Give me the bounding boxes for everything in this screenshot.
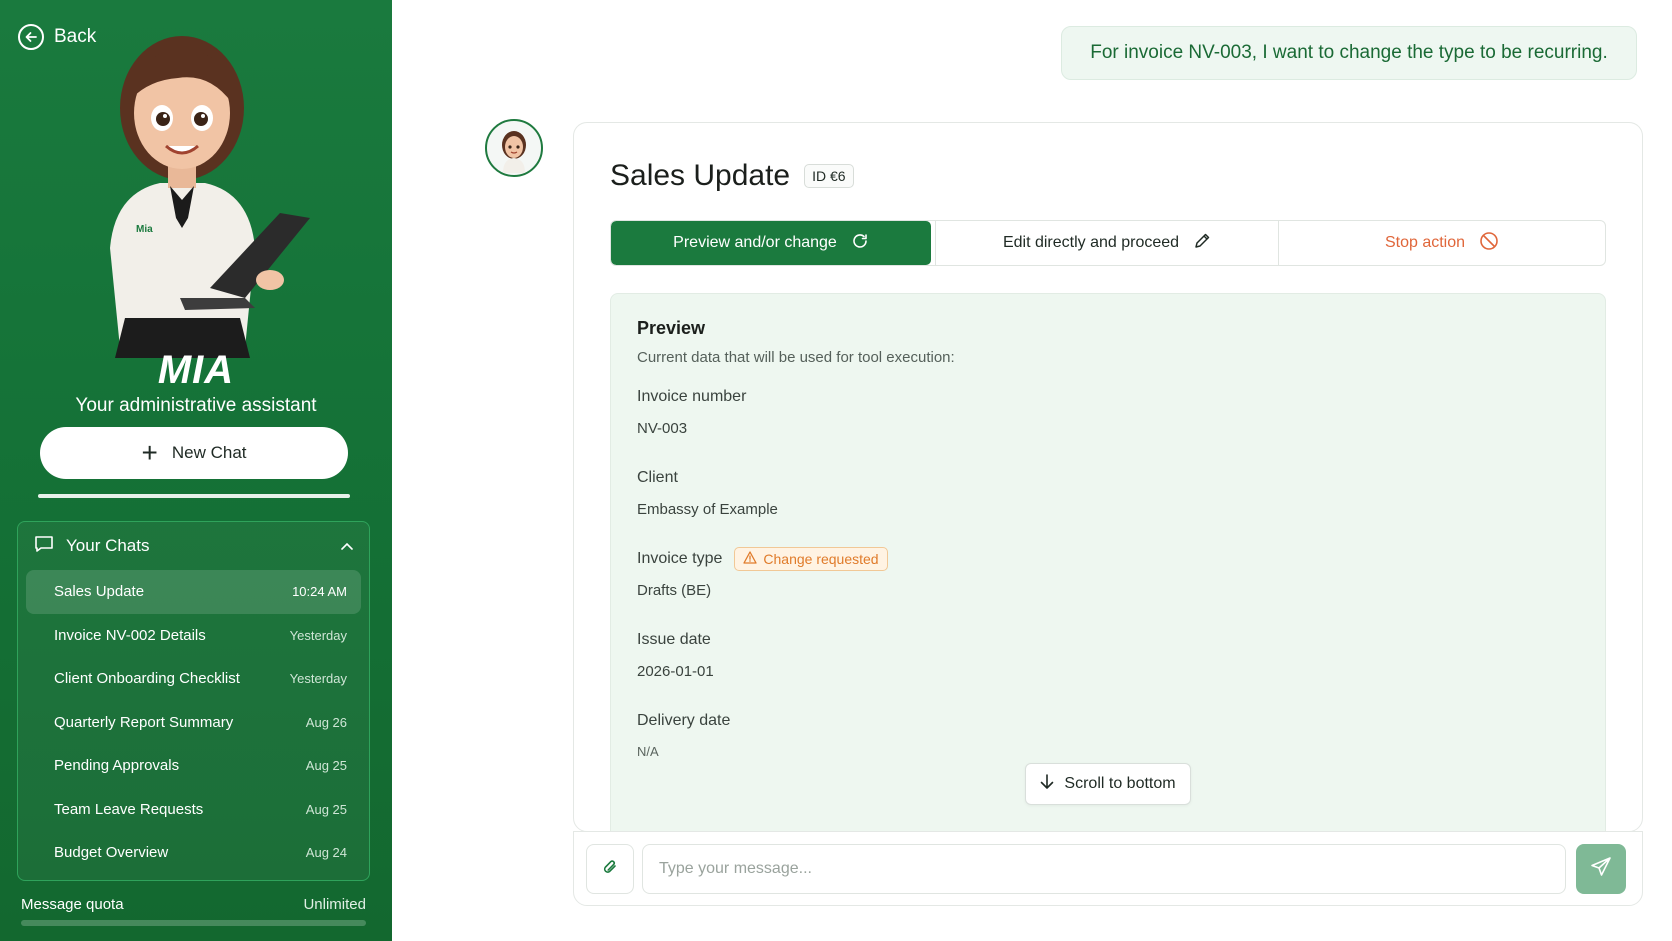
chat-bubble-icon	[34, 535, 54, 558]
change-requested-badge: Change requested	[734, 547, 888, 571]
quota-label: Message quota	[21, 896, 124, 913]
paperclip-icon	[601, 857, 619, 882]
ban-icon	[1479, 231, 1499, 256]
id-badge: ID €6	[804, 164, 854, 188]
field-label: Issue date	[637, 631, 711, 648]
chat-item-name: Team Leave Requests	[54, 800, 204, 818]
brand-tagline: Your administrative assistant	[75, 395, 317, 416]
sidebar-divider	[38, 494, 350, 498]
shirt-badge: Mia	[136, 224, 153, 235]
chat-item[interactable]: Budget Overview Aug 24	[26, 831, 361, 875]
sidebar: Back Mia MIA Your administrative assista…	[0, 0, 392, 941]
chat-item-name: Client Onboarding Checklist	[54, 670, 240, 688]
chat-item[interactable]: Team Leave Requests Aug 25	[26, 788, 361, 832]
stop-action-button[interactable]: Stop action	[1279, 221, 1605, 265]
user-message-bubble: For invoice NV-003, I want to change the…	[1061, 26, 1637, 80]
preview-subheading: Current data that will be used for tool …	[637, 349, 955, 366]
new-chat-label: New Chat	[171, 443, 247, 462]
field-delivery-date: Delivery date N/A	[637, 708, 1579, 759]
field-value: N/A	[637, 744, 659, 759]
chat-item-date: Aug 25	[305, 801, 347, 817]
send-button[interactable]	[1576, 844, 1626, 894]
scroll-to-bottom-label: Scroll to bottom	[1064, 775, 1176, 792]
user-message-text: For invoice NV-003, I want to change the…	[1090, 42, 1608, 63]
field-label: Invoice number	[637, 388, 747, 405]
pencil-icon	[1193, 232, 1211, 255]
chat-item-name: Quarterly Report Summary	[54, 713, 234, 731]
field-label: Client	[637, 469, 678, 486]
chat-item-name: Sales Update	[54, 583, 145, 601]
quota-value: Unlimited	[303, 896, 366, 913]
arrow-down-icon	[1040, 773, 1054, 795]
field-value: 2026-01-01	[637, 663, 714, 680]
attach-button[interactable]	[586, 844, 634, 894]
assistant-avatar	[485, 119, 543, 177]
field-invoice-type: Invoice type Change requested Drafts (BE…	[637, 546, 1579, 599]
chat-item-date: 10:24 AM	[292, 584, 347, 600]
tool-action-card: Sales Update ID €6 Preview and/or change…	[573, 122, 1643, 832]
chat-item-date: Aug 25	[305, 758, 347, 774]
brand-name: MIA	[157, 348, 235, 392]
field-value: NV-003	[637, 420, 688, 437]
arrow-left-icon	[18, 24, 44, 50]
new-chat-button[interactable]: + New Chat	[40, 427, 348, 479]
chat-item[interactable]: Invoice NV-002 Details Yesterday	[26, 614, 361, 658]
chevron-up-icon[interactable]	[341, 537, 353, 555]
chat-item-name: Pending Approvals	[54, 757, 180, 775]
card-header: Sales Update ID €6	[610, 159, 854, 193]
chat-item[interactable]: Client Onboarding Checklist Yesterday	[26, 657, 361, 701]
chats-panel: Your Chats Sales Update 10:24 AM Invoice …	[17, 521, 370, 881]
plus-icon: +	[141, 437, 158, 468]
edit-proceed-label: Edit directly and proceed	[1002, 234, 1180, 251]
preview-change-button[interactable]: Preview and/or change	[611, 221, 931, 265]
chat-item[interactable]: Quarterly Report Summary Aug 26	[26, 701, 361, 745]
field-invoice-number: Invoice number NV-003	[637, 384, 1579, 437]
field-label-row: Invoice type Change requested	[637, 546, 1579, 572]
chat-item-date: Yesterday	[289, 671, 347, 687]
refresh-icon	[851, 232, 869, 255]
chat-item[interactable]: Sales Update 10:24 AM	[26, 570, 361, 614]
field-issue-date: Issue date 2026-01-01	[637, 627, 1579, 680]
field-label: Invoice type	[637, 550, 723, 567]
chat-item-name: Invoice NV-002 Details	[54, 626, 206, 644]
send-icon	[1590, 856, 1612, 883]
assistant-illustration: Mia	[110, 36, 310, 358]
chats-panel-header[interactable]: Your Chats	[18, 522, 369, 570]
field-client: Client Embassy of Example	[637, 465, 1579, 518]
scroll-to-bottom-button[interactable]: Scroll to bottom	[1025, 763, 1191, 805]
edit-proceed-button[interactable]: Edit directly and proceed	[935, 221, 1279, 265]
field-value: Embassy of Example	[637, 501, 778, 518]
message-composer	[573, 831, 1643, 906]
chat-item[interactable]: Pending Approvals Aug 25	[26, 744, 361, 788]
message-quota: Message quota Unlimited	[21, 896, 366, 913]
preview-panel: Preview Current data that will be used f…	[610, 293, 1606, 831]
chat-item-date: Yesterday	[289, 627, 347, 643]
stop-action-label: Stop action	[1384, 234, 1466, 251]
chat-item-date: Aug 24	[305, 845, 347, 861]
warning-icon	[743, 551, 758, 567]
quota-bar	[21, 920, 366, 926]
change-requested-label: Change requested	[763, 551, 879, 567]
action-bar: Preview and/or change Edit directly and …	[610, 220, 1606, 266]
chats-title: Your Chats	[66, 536, 150, 555]
chat-item-name: Budget Overview	[54, 844, 169, 862]
field-label: Delivery date	[637, 712, 731, 729]
preview-heading: Preview	[637, 318, 706, 338]
field-value: Drafts (BE)	[637, 582, 712, 599]
chat-item-date: Aug 26	[305, 714, 347, 730]
message-input[interactable]	[642, 844, 1566, 894]
card-title: Sales Update	[610, 159, 791, 192]
chat-list: Sales Update 10:24 AM Invoice NV-002 Deta…	[18, 570, 369, 875]
preview-change-label: Preview and/or change	[673, 234, 837, 251]
